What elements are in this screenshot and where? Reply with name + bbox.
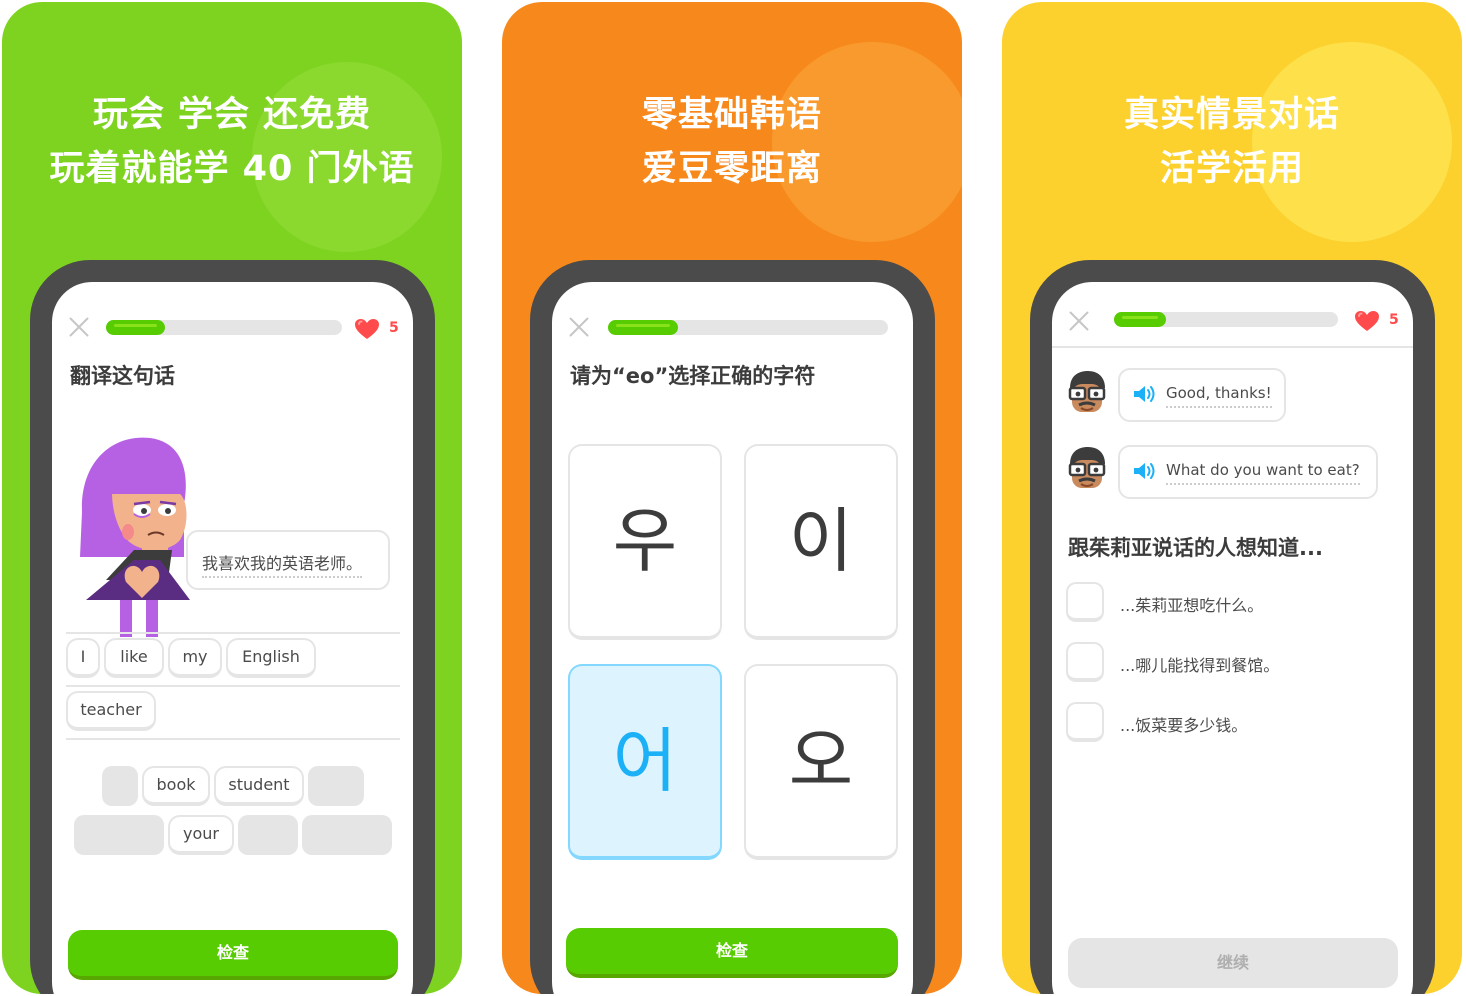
phone-frame: 5 翻译这句话 我喜欢我的英语老师。 I like my English tea… [30, 260, 435, 994]
bank-word[interactable]: student [214, 766, 304, 806]
headline-line1: 零基础韩语 [641, 95, 822, 135]
bank-word[interactable]: your [168, 815, 234, 855]
avatar-icon [1068, 447, 1106, 488]
answer-line [66, 738, 400, 740]
answer-word[interactable]: like [104, 638, 164, 678]
check-button[interactable]: 检查 [566, 928, 898, 978]
speaker-icon[interactable] [1132, 461, 1156, 481]
progress-bar [1114, 312, 1338, 327]
heart-icon [355, 319, 379, 339]
header-divider [1052, 346, 1413, 348]
option-checkbox[interactable] [1066, 642, 1104, 682]
hearts-count: 5 [389, 320, 399, 336]
chat-text: What do you want to eat? [1166, 461, 1360, 485]
choice-card[interactable]: 이 [744, 444, 898, 640]
phone-frame: 请为“eo”选择正确的字符 우 이 어 오 检查 [530, 260, 935, 994]
choice-card[interactable]: 우 [568, 444, 722, 640]
headline-line2: 玩着就能学 40 门外语 [49, 149, 415, 189]
word-bank-slot [302, 815, 392, 855]
headline: 零基础韩语 爱豆零距离 [502, 88, 962, 196]
question-title: 跟茱莉亚说话的人想知道... [1068, 536, 1323, 560]
headline-line2: 爱豆零距离 [641, 149, 822, 189]
chat-bubble: What do you want to eat? [1118, 445, 1378, 499]
option-text[interactable]: ...饭菜要多少钱。 [1120, 712, 1247, 736]
panel-conversation: 真实情景对话 活学活用 5 Good, thanks! What do you … [1002, 2, 1462, 994]
choice-card[interactable]: 오 [744, 664, 898, 860]
headline-line2: 活学活用 [1159, 149, 1304, 189]
progress-bar [106, 320, 342, 335]
option-text[interactable]: ...哪儿能找得到餐馆。 [1120, 652, 1279, 676]
panel-korean: 零基础韩语 爱豆零距离 请为“eo”选择正确的字符 우 이 어 오 检查 [502, 2, 962, 994]
phone-frame: 5 Good, thanks! What do you want to eat?… [1030, 260, 1435, 994]
progress-bar [608, 320, 888, 335]
character-lily [80, 437, 190, 637]
option-text[interactable]: ...茱莉亚想吃什么。 [1120, 592, 1263, 616]
continue-button[interactable]: 继续 [1068, 938, 1398, 988]
chat-text: Good, thanks! [1166, 384, 1272, 408]
word-bank-slot [238, 815, 298, 855]
word-bank-slot [308, 766, 364, 806]
speech-bubble: 我喜欢我的英语老师。 [186, 530, 390, 590]
progress-fill [1114, 312, 1166, 327]
phone-screen: 5 翻译这句话 我喜欢我的英语老师。 I like my English tea… [52, 282, 413, 994]
option-checkbox[interactable] [1066, 582, 1104, 622]
headline: 真实情景对话 活学活用 [1002, 88, 1462, 196]
option-checkbox[interactable] [1066, 702, 1104, 742]
progress-fill [608, 320, 678, 335]
headline: 玩会 学会 还免费 玩着就能学 40 门外语 [2, 88, 462, 196]
hearts-count: 5 [1389, 312, 1399, 328]
avatar-icon [1068, 371, 1106, 412]
headline-line1: 玩会 学会 还免费 [92, 95, 372, 135]
answer-line [66, 632, 400, 634]
prompt-title: 翻译这句话 [70, 364, 175, 388]
close-icon[interactable] [568, 316, 590, 338]
phone-screen: 5 Good, thanks! What do you want to eat?… [1052, 282, 1413, 994]
answer-word[interactable]: English [226, 638, 316, 678]
speaker-icon[interactable] [1132, 384, 1156, 404]
headline-line1: 真实情景对话 [1123, 95, 1340, 135]
prompt-title: 请为“eo”选择正确的字符 [570, 364, 816, 388]
answer-word[interactable]: my [168, 638, 222, 678]
close-icon[interactable] [68, 316, 90, 338]
speech-text: 我喜欢我的英语老师。 [202, 550, 363, 578]
heart-icon [1355, 311, 1379, 331]
check-button[interactable]: 检查 [68, 930, 398, 980]
progress-fill [106, 320, 165, 335]
choice-card-selected[interactable]: 어 [568, 664, 722, 860]
word-bank-slot [102, 766, 138, 806]
answer-line [66, 685, 400, 687]
answer-word[interactable]: I [66, 638, 100, 678]
chat-bubble: Good, thanks! [1118, 368, 1286, 422]
bank-word[interactable]: book [142, 766, 210, 806]
phone-screen: 请为“eo”选择正确的字符 우 이 어 오 检查 [552, 282, 913, 994]
answer-word[interactable]: teacher [66, 691, 156, 731]
word-bank-slot [74, 815, 164, 855]
panel-translate: 玩会 学会 还免费 玩着就能学 40 门外语 5 翻译这句话 我喜欢我的英语老师… [2, 2, 462, 994]
close-icon[interactable] [1068, 310, 1090, 332]
